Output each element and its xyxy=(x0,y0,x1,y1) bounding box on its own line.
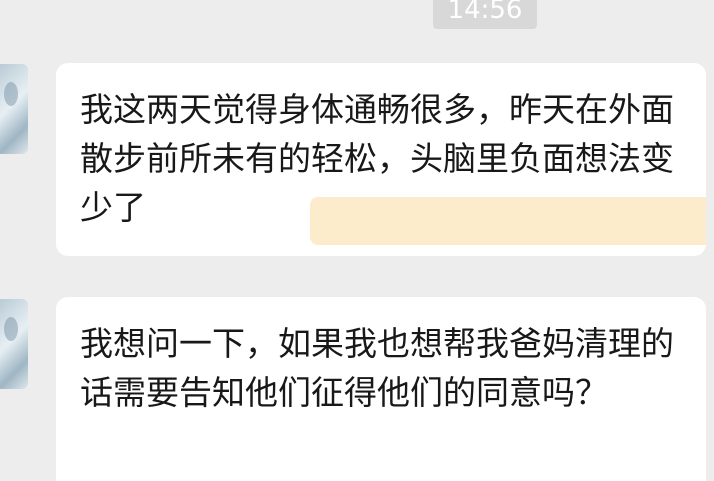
timestamp: 14:56 xyxy=(433,0,537,29)
message-text: 我想问一下，如果我也想帮我爸妈清理的话需要告知他们征得他们的同意吗？ xyxy=(80,324,674,412)
message-bubble[interactable]: 我想问一下，如果我也想帮我爸妈清理的话需要告知他们征得他们的同意吗？ xyxy=(56,297,706,481)
message-bubble[interactable]: 我这两天觉得身体通畅很多，昨天在外面散步前所未有的轻松，头脑里负面想法变少了 xyxy=(56,63,714,256)
right-edge xyxy=(706,0,714,481)
avatar[interactable] xyxy=(0,64,28,154)
avatar[interactable] xyxy=(0,299,28,389)
text-highlight xyxy=(310,197,714,245)
chat-area: 14:56 我这两天觉得身体通畅很多，昨天在外面散步前所未有的轻松，头脑里负面想… xyxy=(0,0,714,481)
